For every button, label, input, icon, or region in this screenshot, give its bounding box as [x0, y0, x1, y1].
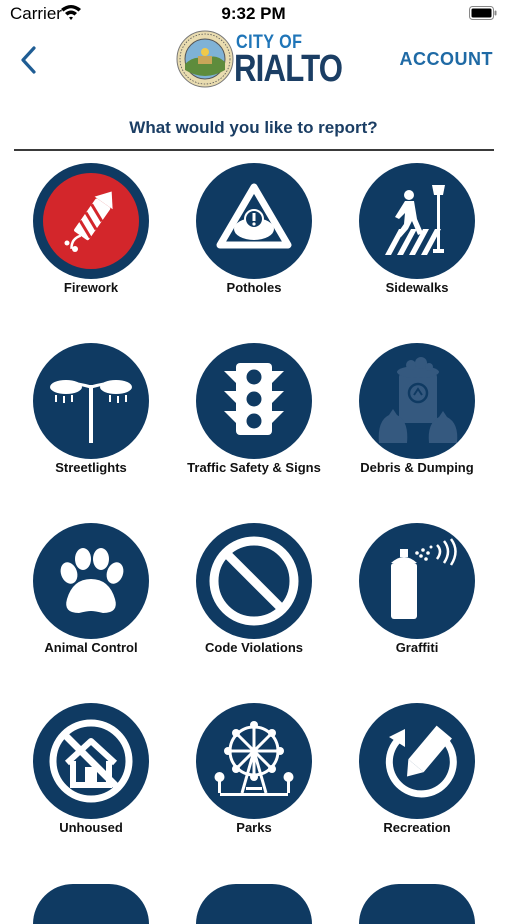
- category-partial-tile[interactable]: [359, 884, 475, 924]
- category-streetlights[interactable]: Streetlights: [11, 343, 171, 483]
- divider: [14, 149, 494, 151]
- category-label: Firework: [63, 280, 119, 295]
- category-circle: [196, 163, 312, 279]
- traffic-light-icon: [224, 363, 284, 435]
- category-circle: [33, 343, 149, 459]
- category-label: Code Violations: [205, 640, 303, 655]
- paw-print-icon: [60, 548, 124, 613]
- logo-name-text: RIALTO: [234, 48, 343, 90]
- category-label: Traffic Safety & Signs: [187, 460, 321, 475]
- category-label: Debris & Dumping: [360, 460, 474, 475]
- trash-bags-icon: [378, 357, 458, 443]
- back-chevron-icon[interactable]: [14, 42, 44, 78]
- status-time: 9:32 PM: [221, 4, 286, 23]
- recreation-refresh-pencil-icon: [385, 725, 457, 798]
- category-circle: [359, 523, 475, 639]
- category-unhoused[interactable]: Unhoused: [11, 703, 171, 843]
- category-circle: [196, 703, 312, 819]
- category-partial-tile[interactable]: [196, 884, 312, 924]
- category-graffiti[interactable]: Graffiti: [337, 523, 497, 663]
- category-label: Unhoused: [59, 820, 123, 835]
- category-label: Sidewalks: [385, 280, 449, 295]
- category-label: Potholes: [226, 280, 282, 295]
- category-animal-control[interactable]: Animal Control: [11, 523, 171, 663]
- streetlight-icon: [50, 380, 132, 443]
- city-logo: CITY OF RIALTO: [176, 30, 343, 92]
- no-house-icon: [49, 719, 133, 803]
- ferris-wheel-icon: [214, 721, 294, 796]
- category-circle: [33, 523, 149, 639]
- category-partial-tile[interactable]: [33, 884, 149, 924]
- pedestrian-crosswalk-icon: [385, 185, 445, 255]
- category-parks[interactable]: Parks: [174, 703, 334, 843]
- category-circle: [33, 163, 149, 279]
- category-label: Graffiti: [395, 640, 439, 655]
- city-seal-icon: [176, 30, 234, 88]
- category-circle: [196, 343, 312, 459]
- category-circle: [359, 343, 475, 459]
- category-firework[interactable]: Firework: [11, 163, 171, 303]
- category-circle: [359, 703, 475, 819]
- battery-icon: [469, 6, 497, 20]
- pothole-warning-icon: [216, 183, 292, 249]
- category-circle: [359, 163, 475, 279]
- category-label: Animal Control: [44, 640, 138, 655]
- status-bar: Carrier 9:32 PM: [0, 0, 507, 30]
- prohibited-icon: [209, 536, 299, 626]
- nav-bar: CITY OF RIALTO ACCOUNT: [0, 28, 507, 92]
- category-label: Recreation: [383, 820, 451, 835]
- category-code-violations[interactable]: Code Violations: [174, 523, 334, 663]
- firework-icon: [43, 173, 139, 269]
- category-potholes[interactable]: Potholes: [174, 163, 334, 303]
- category-circle: [196, 523, 312, 639]
- category-recreation[interactable]: Recreation: [337, 703, 497, 843]
- spray-can-icon: [391, 538, 457, 619]
- category-debris-dumping[interactable]: Debris & Dumping: [337, 343, 497, 483]
- category-label: Streetlights: [55, 460, 127, 475]
- report-prompt: What would you like to report?: [129, 118, 378, 137]
- category-label: Parks: [236, 820, 272, 835]
- category-circle: [33, 703, 149, 819]
- category-traffic-safety[interactable]: Traffic Safety & Signs: [174, 343, 334, 483]
- category-sidewalks[interactable]: Sidewalks: [337, 163, 497, 303]
- account-button[interactable]: ACCOUNT: [400, 49, 494, 70]
